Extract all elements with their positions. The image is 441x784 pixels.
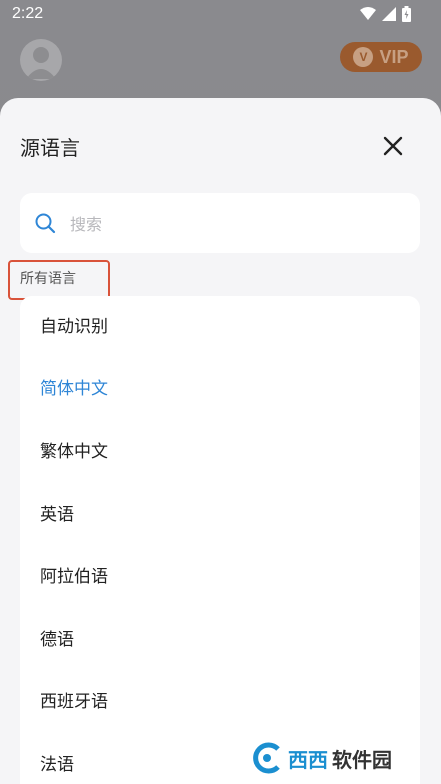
vip-icon: V bbox=[353, 47, 374, 67]
watermark-logo-icon bbox=[253, 742, 280, 774]
list-item-selected[interactable]: 简体中文 bbox=[20, 358, 420, 420]
status-bar: 2:22 bbox=[0, 0, 441, 30]
close-icon bbox=[383, 136, 403, 156]
avatar[interactable] bbox=[20, 39, 62, 81]
language-picker-sheet: 源语言 所有语言 自动识别 简体中文 繁体中文 英语 阿拉伯语 德语 西班牙语 … bbox=[0, 98, 441, 784]
battery-icon bbox=[402, 6, 411, 22]
signal-icon bbox=[382, 7, 396, 21]
list-item[interactable]: 繁体中文 bbox=[20, 421, 420, 483]
wifi-icon bbox=[360, 7, 376, 20]
close-button[interactable] bbox=[377, 130, 409, 162]
list-item[interactable]: 阿拉伯语 bbox=[20, 546, 420, 608]
language-list: 自动识别 简体中文 繁体中文 英语 阿拉伯语 德语 西班牙语 法语 bbox=[20, 296, 420, 784]
status-icons bbox=[360, 6, 411, 22]
search-icon bbox=[35, 213, 56, 234]
list-item[interactable]: 西班牙语 bbox=[20, 671, 420, 733]
user-icon bbox=[26, 47, 56, 79]
sheet-title: 源语言 bbox=[20, 136, 80, 160]
search-input[interactable] bbox=[68, 207, 402, 241]
watermark: 西西 软件园 bbox=[250, 738, 435, 778]
vip-badge[interactable]: V VIP bbox=[340, 42, 422, 72]
section-label-all-languages: 所有语言 bbox=[8, 260, 110, 300]
watermark-text-site: 软件园 bbox=[332, 747, 392, 772]
vip-label: VIP bbox=[379, 46, 409, 67]
status-time: 2:22 bbox=[12, 5, 44, 22]
list-item[interactable]: 英语 bbox=[20, 484, 420, 546]
list-item[interactable]: 自动识别 bbox=[20, 296, 420, 358]
list-item[interactable]: 德语 bbox=[20, 609, 420, 671]
search-box[interactable] bbox=[20, 193, 420, 253]
watermark-text-brand: 西西 bbox=[288, 747, 328, 772]
